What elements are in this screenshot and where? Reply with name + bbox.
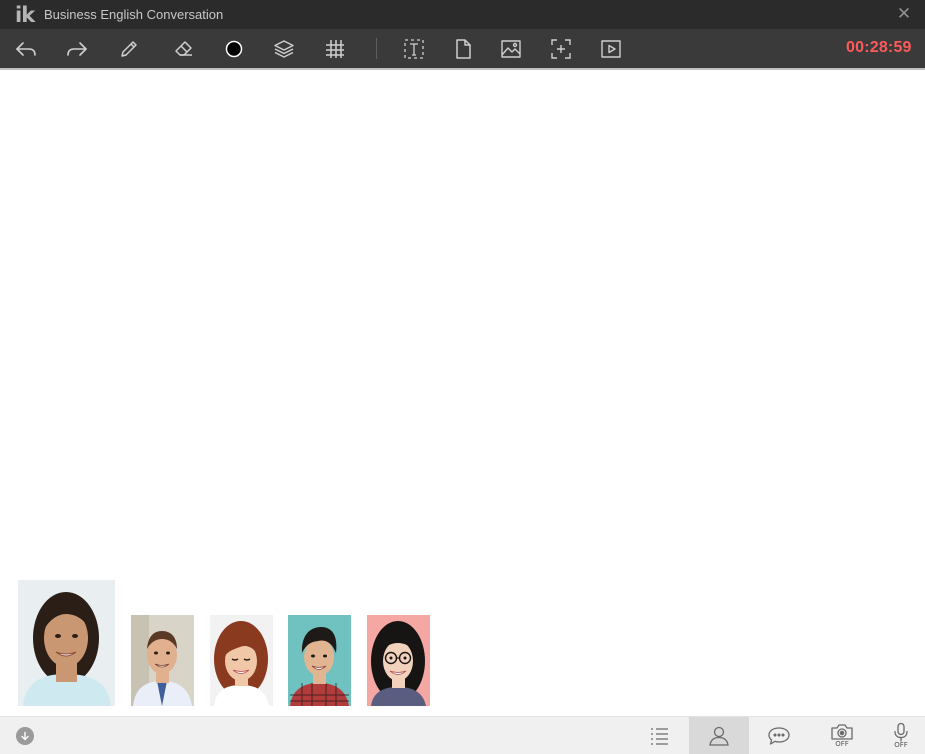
play-video-icon[interactable]: [597, 35, 625, 63]
microphone-icon: [894, 722, 908, 742]
window-title: Business English Conversation: [44, 7, 224, 22]
pencil-icon[interactable]: [115, 35, 143, 63]
redo-icon[interactable]: [63, 35, 91, 63]
toolbar-separator: [376, 38, 377, 59]
chat-bubble-icon: [768, 726, 790, 745]
chat-button[interactable]: [749, 717, 809, 754]
camera-toggle-button[interactable]: OFF: [812, 717, 872, 754]
bottom-bar: OFF OFF: [0, 716, 925, 754]
image-icon[interactable]: [497, 35, 525, 63]
undo-icon[interactable]: [12, 35, 40, 63]
grid-icon[interactable]: [321, 35, 349, 63]
teacher-video[interactable]: [18, 580, 115, 706]
text-box-icon[interactable]: [400, 35, 428, 63]
participants-button[interactable]: [689, 717, 749, 754]
color-circle-icon[interactable]: [220, 35, 248, 63]
session-timer: 00:28:59: [846, 39, 912, 56]
list-view-button[interactable]: [629, 717, 689, 754]
close-icon[interactable]: ✕: [894, 4, 914, 24]
student-video-1[interactable]: [131, 615, 194, 706]
user-icon: [709, 726, 729, 746]
layers-icon[interactable]: [270, 35, 298, 63]
app-logo: ik: [15, 3, 35, 27]
title-bar: ik Business English Conversation ✕: [0, 0, 925, 29]
document-icon[interactable]: [449, 35, 477, 63]
mic-state-label: OFF: [894, 741, 908, 749]
student-video-4[interactable]: [367, 615, 430, 706]
mic-toggle-button[interactable]: OFF: [871, 717, 925, 754]
collapse-arrow-icon[interactable]: [16, 727, 34, 745]
student-video-2[interactable]: [210, 615, 273, 706]
camera-icon: [831, 724, 853, 740]
whiteboard-toolbar: 00:28:59: [0, 29, 925, 70]
camera-state-label: OFF: [835, 740, 849, 748]
add-frame-icon[interactable]: [547, 35, 575, 63]
eraser-icon[interactable]: [170, 35, 198, 63]
student-video-3[interactable]: [288, 615, 351, 706]
list-icon: [651, 727, 668, 745]
